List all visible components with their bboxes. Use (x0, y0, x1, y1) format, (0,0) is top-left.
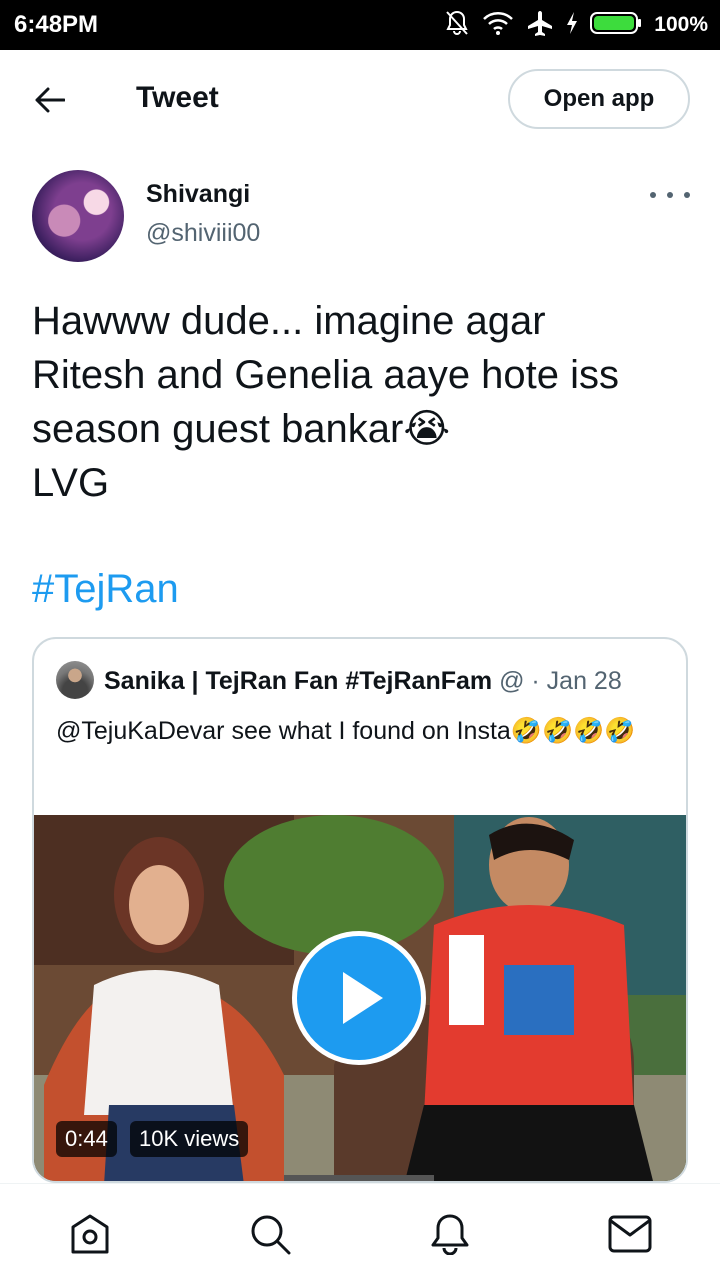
page-title: Tweet (136, 81, 219, 114)
nav-notifications[interactable] (428, 1212, 472, 1256)
video-player[interactable]: 0:44 10K views (34, 815, 686, 1181)
more-dot (650, 192, 656, 198)
status-time: 6:48PM (14, 11, 99, 38)
quoted-tweet-meta: Sanika | TejRan Fan #TejRanFam @ · Jan 2… (104, 667, 622, 696)
mute-bell-icon (444, 9, 470, 42)
hashtag-link[interactable]: #TejRan (32, 564, 179, 614)
airplane-icon (526, 9, 554, 42)
author-handle[interactable]: @shiviii00 (146, 219, 260, 248)
play-button[interactable] (292, 931, 426, 1065)
top-header: Tweet Open app (0, 50, 720, 150)
more-options-button[interactable] (650, 180, 690, 210)
bottom-navigation (0, 1183, 720, 1280)
quoted-author-avatar (56, 661, 94, 699)
wifi-icon (482, 10, 514, 41)
tweet-text: Hawww dude... imagine agar Ritesh and Ge… (32, 299, 620, 505)
video-views-badge: 10K views (130, 1121, 249, 1157)
video-duration-badge: 0:44 (56, 1121, 117, 1157)
more-dot (684, 192, 690, 198)
status-bar: 6:48PM 100% (0, 0, 720, 50)
back-arrow-icon (35, 87, 65, 113)
notifications-icon (431, 1214, 469, 1255)
more-dot (667, 192, 673, 198)
quoted-handle-date: @ · Jan 28 (499, 667, 622, 695)
play-icon (343, 972, 383, 1024)
charging-bolt-icon (566, 11, 578, 40)
nav-messages[interactable] (608, 1212, 652, 1256)
author-avatar[interactable] (32, 170, 124, 262)
search-icon (251, 1215, 291, 1255)
home-icon (71, 1214, 109, 1254)
messages-icon (608, 1215, 652, 1253)
status-icons: 100% (444, 9, 708, 41)
quoted-author-name: Sanika | TejRan Fan #TejRanFam (104, 667, 493, 695)
nav-home[interactable] (68, 1212, 112, 1256)
battery-percentage: 100% (654, 13, 708, 36)
open-app-button[interactable]: Open app (508, 69, 690, 129)
quoted-tweet[interactable]: Sanika | TejRan Fan #TejRanFam @ · Jan 2… (32, 637, 688, 1183)
nav-search[interactable] (248, 1212, 292, 1256)
quoted-tweet-text: @TejuKaDevar see what I found on Insta🤣🤣… (56, 717, 636, 745)
author-name[interactable]: Shivangi (146, 180, 250, 209)
back-button[interactable] (28, 80, 72, 120)
battery-icon (590, 10, 642, 41)
